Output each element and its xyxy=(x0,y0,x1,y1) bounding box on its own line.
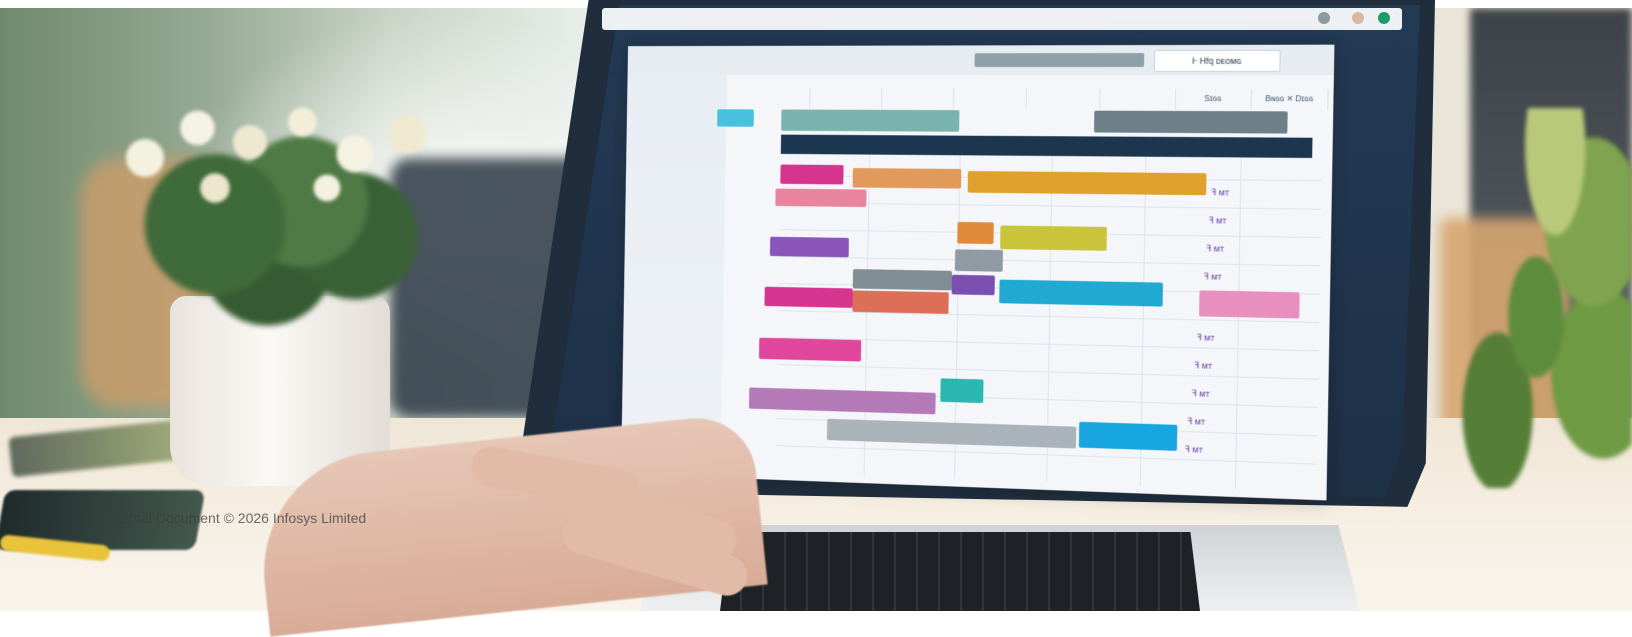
browser-icon[interactable] xyxy=(1352,12,1364,24)
schedule-bar[interactable] xyxy=(780,164,844,185)
column-header: Bɴɢɢ ✕ Dɪɢɢ xyxy=(1251,89,1329,110)
row-label: ꟻ ᴍᴛ xyxy=(1187,416,1206,427)
column-header xyxy=(1100,88,1176,109)
row-label: ꟻ ᴍᴛ xyxy=(1211,187,1230,198)
schedule-bar[interactable] xyxy=(775,188,867,208)
column-header xyxy=(740,88,811,108)
right-plant xyxy=(1440,108,1632,488)
schedule-bar[interactable] xyxy=(1000,225,1107,251)
schedule-bar[interactable] xyxy=(951,274,995,296)
schedule-bar[interactable] xyxy=(852,168,962,189)
column-header-row: Sɪɢɢ Bɴɢɢ ✕ Dɪɢɢ xyxy=(740,88,1329,110)
plant-flowers xyxy=(110,98,460,298)
row-label: ꟻ ᴍᴛ xyxy=(1206,243,1225,254)
column-header xyxy=(810,88,882,108)
browser-profile-icon[interactable] xyxy=(1378,12,1390,24)
schedule-bar[interactable] xyxy=(1199,290,1300,319)
schedule-bar[interactable] xyxy=(758,337,862,362)
row-label: ꟻ ᴍᴛ xyxy=(1191,388,1210,399)
schedule-bar[interactable] xyxy=(1078,421,1178,451)
row-label: ꟻ ᴍᴛ xyxy=(1208,215,1227,226)
app-toolbar: Ꮀ Hfq ᴅᴇᴏᴍɢ xyxy=(627,44,1335,76)
row-label: ꟻ ᴍᴛ xyxy=(1194,360,1213,371)
browser-icon[interactable] xyxy=(1318,12,1330,24)
row-label: ꟻ ᴍᴛ xyxy=(1184,444,1203,455)
schedule-bar[interactable] xyxy=(954,249,1003,272)
column-header xyxy=(1026,88,1101,109)
schedule-bar[interactable] xyxy=(764,286,853,308)
schedule-bar[interactable] xyxy=(940,378,984,404)
browser-address-bar[interactable] xyxy=(602,8,1402,30)
watermark-text: xternal Document © 2026 Infosys Limited xyxy=(110,510,367,526)
column-header xyxy=(881,88,954,109)
row-label: ꟻ ᴍᴛ xyxy=(1196,332,1215,343)
sidebar-badge[interactable] xyxy=(717,109,754,127)
sidebar xyxy=(621,74,728,478)
schedule-bar[interactable] xyxy=(769,236,849,258)
schedule-bar[interactable] xyxy=(852,269,952,291)
header-block xyxy=(781,109,960,132)
schedule-bar[interactable] xyxy=(957,221,994,245)
header-block xyxy=(1093,110,1288,134)
laptop-keyboard[interactable] xyxy=(720,532,1200,611)
search-input[interactable] xyxy=(974,53,1145,68)
schedule-bar[interactable] xyxy=(852,290,949,314)
schedule-bar[interactable] xyxy=(967,171,1207,196)
schedule-bar[interactable] xyxy=(999,279,1163,307)
top-action-button[interactable]: Ꮀ Hfq ᴅᴇᴏᴍɢ xyxy=(1153,49,1281,72)
column-header xyxy=(953,88,1027,109)
column-header: Sɪɢɢ xyxy=(1175,88,1252,110)
row-label: ꟻ ᴍᴛ xyxy=(1203,271,1222,282)
